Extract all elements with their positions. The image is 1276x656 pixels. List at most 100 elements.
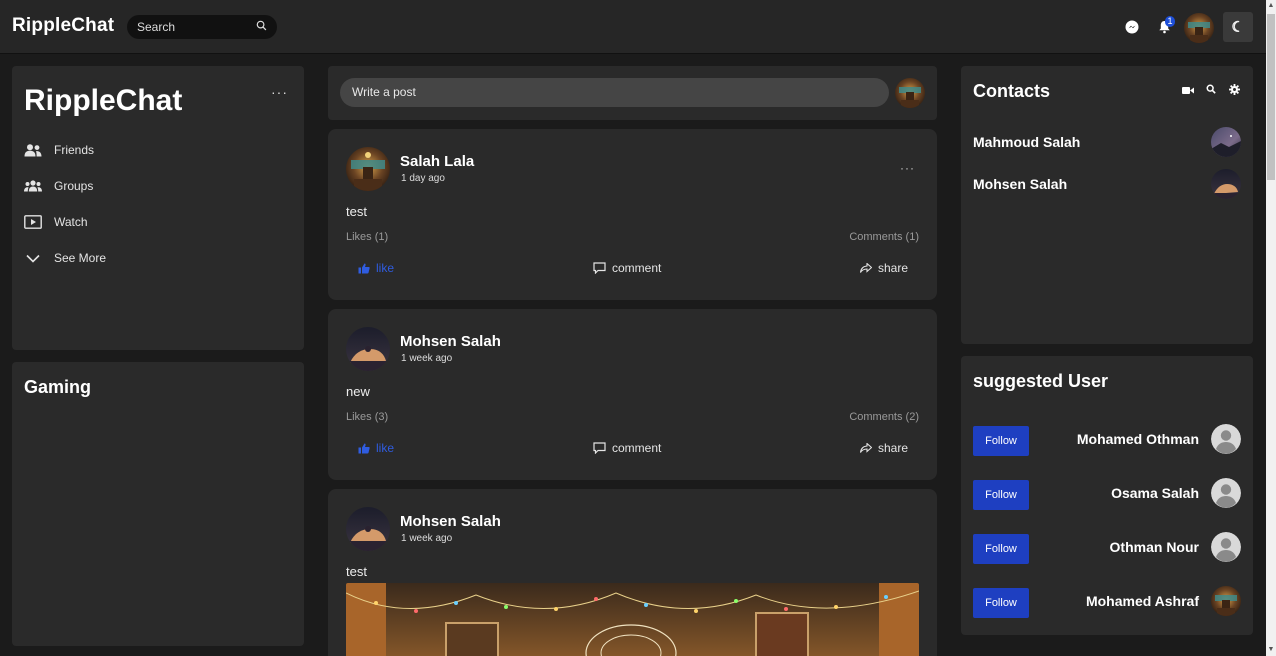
avatar[interactable] bbox=[346, 507, 390, 551]
search-icon[interactable] bbox=[1205, 83, 1217, 95]
avatar[interactable] bbox=[1211, 532, 1241, 562]
sidebar-item-label: Friends bbox=[54, 143, 95, 157]
suggested-user-name[interactable]: Mohamed Othman bbox=[1077, 431, 1199, 447]
comment-icon bbox=[593, 442, 606, 454]
comment-button[interactable]: comment bbox=[593, 441, 661, 455]
thumbs-up-icon bbox=[358, 263, 370, 274]
suggested-title: suggested User bbox=[973, 371, 1109, 391]
post-timestamp: 1 week ago bbox=[401, 353, 453, 364]
sidebar-item-label: Watch bbox=[54, 215, 88, 229]
post-timestamp: 1 day ago bbox=[401, 173, 445, 184]
sidebar-item-label: See More bbox=[54, 251, 107, 265]
share-button[interactable]: share bbox=[860, 441, 908, 455]
avatar[interactable] bbox=[1211, 586, 1241, 616]
post-author[interactable]: Salah Lala bbox=[400, 153, 474, 170]
share-icon bbox=[860, 263, 872, 273]
search-icon[interactable] bbox=[256, 18, 267, 36]
suggested-user-item: Follow Osama Salah bbox=[973, 478, 1241, 510]
gear-icon[interactable] bbox=[1228, 83, 1240, 95]
dark-mode-toggle[interactable] bbox=[1223, 12, 1253, 42]
avatar[interactable] bbox=[1211, 478, 1241, 508]
sidebar-item-see-more[interactable]: See More bbox=[24, 248, 106, 268]
post-text: new bbox=[346, 384, 370, 399]
post-card: Mohsen Salah 1 week ago test bbox=[328, 489, 937, 656]
post-text: test bbox=[346, 204, 367, 219]
video-call-icon[interactable] bbox=[1181, 84, 1195, 96]
contact-name: Mohsen Salah bbox=[973, 176, 1068, 192]
like-label: like bbox=[376, 261, 395, 275]
sidebar-title: RippleChat bbox=[24, 84, 183, 117]
share-label: share bbox=[878, 261, 909, 275]
avatar bbox=[1211, 127, 1241, 157]
contact-item[interactable]: Mahmoud Salah bbox=[973, 126, 1241, 158]
share-button[interactable]: share bbox=[860, 261, 908, 275]
suggested-user-name[interactable]: Osama Salah bbox=[1111, 485, 1199, 501]
likes-count[interactable]: Likes (3) bbox=[346, 411, 388, 423]
like-label: like bbox=[376, 441, 395, 455]
likes-count[interactable]: Likes (1) bbox=[346, 231, 388, 243]
comments-count[interactable]: Comments (2) bbox=[849, 411, 919, 423]
search-box[interactable]: Search bbox=[127, 15, 277, 39]
left-sidebar: RippleChat ··· Friends Groups Watch See … bbox=[12, 66, 304, 350]
messenger-icon[interactable] bbox=[1124, 19, 1140, 35]
like-button[interactable]: like bbox=[358, 261, 394, 275]
sidebar-item-label: Groups bbox=[54, 179, 94, 193]
sidebar-item-groups[interactable]: Groups bbox=[24, 176, 93, 196]
comment-label: comment bbox=[612, 261, 662, 275]
avatar[interactable] bbox=[346, 147, 390, 191]
more-options-icon[interactable]: ··· bbox=[271, 84, 288, 100]
post-options-icon[interactable]: ··· bbox=[900, 161, 915, 175]
gaming-title: Gaming bbox=[24, 377, 92, 397]
brand-logo[interactable]: RippleChat bbox=[12, 15, 114, 37]
groups-icon bbox=[24, 178, 42, 194]
follow-button[interactable]: Follow bbox=[973, 426, 1029, 456]
sidebar-item-watch[interactable]: Watch bbox=[24, 212, 88, 232]
avatar bbox=[1211, 169, 1241, 199]
suggested-user-name[interactable]: Othman Nour bbox=[1110, 539, 1199, 555]
post-text: test bbox=[346, 564, 367, 579]
gaming-panel: Gaming bbox=[12, 362, 304, 646]
search-input[interactable]: Search bbox=[137, 20, 256, 34]
notification-badge: 1 bbox=[1165, 16, 1175, 27]
profile-avatar[interactable] bbox=[1184, 13, 1214, 43]
comment-button[interactable]: comment bbox=[593, 261, 661, 275]
scroll-down-icon[interactable]: ▼ bbox=[1266, 644, 1276, 656]
comment-label: comment bbox=[612, 441, 662, 455]
post-author[interactable]: Mohsen Salah bbox=[400, 513, 501, 530]
suggested-user-name[interactable]: Mohamed Ashraf bbox=[1086, 593, 1199, 609]
follow-button[interactable]: Follow bbox=[973, 588, 1029, 618]
write-post-input[interactable]: Write a post bbox=[340, 78, 889, 107]
suggested-user-item: Follow Mohamed Othman bbox=[973, 424, 1241, 456]
post-card: Salah Lala 1 day ago ··· test Likes (1) … bbox=[328, 129, 937, 300]
post-composer: Write a post bbox=[328, 66, 937, 120]
sidebar-item-friends[interactable]: Friends bbox=[24, 140, 94, 160]
scroll-up-icon[interactable]: ▲ bbox=[1266, 0, 1276, 12]
chevron-down-icon bbox=[24, 250, 42, 266]
contact-name: Mahmoud Salah bbox=[973, 134, 1081, 150]
contact-item[interactable]: Mohsen Salah bbox=[973, 168, 1241, 200]
post-timestamp: 1 week ago bbox=[401, 533, 453, 544]
comment-icon bbox=[593, 262, 606, 274]
avatar[interactable] bbox=[1211, 424, 1241, 454]
comments-count[interactable]: Comments (1) bbox=[849, 231, 919, 243]
suggested-users-panel: suggested User Follow Mohamed Othman Fol… bbox=[961, 356, 1253, 635]
suggested-user-item: Follow Othman Nour bbox=[973, 532, 1241, 564]
top-bar: RippleChat Search 1 bbox=[0, 0, 1266, 54]
follow-button[interactable]: Follow bbox=[973, 534, 1029, 564]
contacts-title: Contacts bbox=[973, 81, 1051, 101]
scrollbar-thumb[interactable] bbox=[1267, 14, 1275, 180]
share-icon bbox=[860, 443, 872, 453]
watch-icon bbox=[24, 214, 42, 230]
follow-button[interactable]: Follow bbox=[973, 480, 1029, 510]
moon-icon bbox=[1232, 20, 1240, 32]
friends-icon bbox=[24, 142, 42, 158]
avatar bbox=[895, 78, 925, 108]
suggested-user-item: Follow Mohamed Ashraf bbox=[973, 586, 1241, 618]
avatar[interactable] bbox=[346, 327, 390, 371]
post-author[interactable]: Mohsen Salah bbox=[400, 333, 501, 350]
like-button[interactable]: like bbox=[358, 441, 394, 455]
share-label: share bbox=[878, 441, 909, 455]
thumbs-up-icon bbox=[358, 443, 370, 454]
post-image[interactable] bbox=[346, 583, 919, 656]
post-card: Mohsen Salah 1 week ago new Likes (3) Co… bbox=[328, 309, 937, 480]
